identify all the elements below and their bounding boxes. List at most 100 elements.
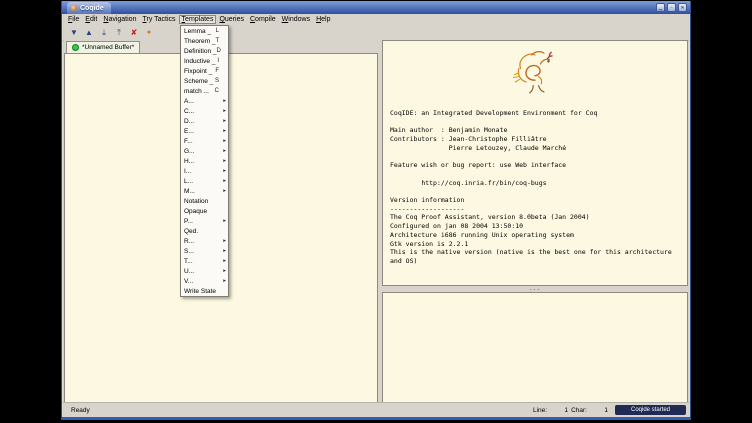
- menu-item-label: Theorem _: [184, 38, 215, 45]
- main-area: *Unnamed Buffer*: [64, 40, 688, 403]
- menubar-item-file[interactable]: File: [65, 15, 82, 24]
- menu-item-label: Opaque: [184, 208, 219, 215]
- menu-item-t[interactable]: T...▸: [181, 256, 228, 266]
- menu-item-label: V...: [184, 278, 219, 285]
- menu-item-scheme[interactable]: Scheme _S: [181, 76, 228, 86]
- menu-item-label: Fixpoint _: [184, 68, 215, 75]
- window-title: Coqide: [80, 5, 104, 12]
- logo-wrap: [383, 41, 687, 103]
- menu-item-u[interactable]: U...▸: [181, 266, 228, 276]
- toolbar: ▼ ▲ ⤓ ⤒ ✘ ●: [63, 25, 689, 41]
- minimize-button[interactable]: ▁: [656, 3, 665, 12]
- about-text: CoqIDE: an Integrated Development Enviro…: [383, 103, 687, 266]
- menu-item-label: D...: [184, 118, 219, 125]
- templates-dropdown-menu: Lemma _L Theorem _T Definition _D Induct…: [180, 25, 229, 297]
- coqide-window: Coqide ▁ ▫ ✕ File Edit Navigation Try Ta…: [61, 1, 691, 420]
- goal-pane[interactable]: CoqIDE: an Integrated Development Enviro…: [382, 40, 688, 286]
- menu-item-theorem[interactable]: Theorem _T: [181, 36, 228, 46]
- splitter-handle-icon: ···: [530, 287, 541, 292]
- menu-item-label: Inductive _: [184, 58, 217, 65]
- menu-item-definition[interactable]: Definition _D: [181, 46, 228, 56]
- submenu-arrow-icon: ▸: [221, 238, 226, 244]
- menubar-item-edit[interactable]: Edit: [82, 15, 100, 24]
- go-forward-button[interactable]: ▼: [68, 27, 80, 39]
- submenu-arrow-icon: ▸: [221, 168, 226, 174]
- menubar-item-navigation[interactable]: Navigation: [100, 15, 139, 24]
- app-icon: [71, 5, 77, 11]
- menu-item-label: Definition _: [184, 48, 217, 55]
- menu-item-label: U...: [184, 268, 219, 275]
- char-label: Char:: [571, 407, 587, 414]
- menu-item-accel: S: [215, 78, 221, 84]
- submenu-arrow-icon: ▸: [221, 148, 226, 154]
- status-ready-text: Ready: [63, 407, 533, 414]
- submenu-arrow-icon: ▸: [221, 118, 226, 124]
- interrupt-button[interactable]: ✘: [128, 27, 140, 39]
- menu-item-i[interactable]: I...▸: [181, 166, 228, 176]
- menu-item-p[interactable]: P...▸: [181, 216, 228, 226]
- menubar-item-windows[interactable]: Windows: [279, 15, 313, 24]
- break-button[interactable]: ●: [143, 27, 155, 39]
- menu-item-label: Write State: [184, 288, 219, 295]
- menu-item-r[interactable]: R...▸: [181, 236, 228, 246]
- menu-item-s[interactable]: S...▸: [181, 246, 228, 256]
- menu-item-label: T...: [184, 258, 219, 265]
- close-button[interactable]: ✕: [678, 3, 687, 12]
- menu-item-accel: D: [217, 48, 223, 54]
- menu-item-f[interactable]: F...▸: [181, 136, 228, 146]
- window-controls: ▁ ▫ ✕: [656, 3, 687, 12]
- menu-item-v[interactable]: V...▸: [181, 276, 228, 286]
- menu-item-label: F...: [184, 138, 219, 145]
- submenu-arrow-icon: ▸: [221, 98, 226, 104]
- go-to-end-button[interactable]: ⤓: [98, 27, 110, 39]
- menu-item-lemma[interactable]: Lemma _L: [181, 26, 228, 36]
- menu-item-match[interactable]: match ...C: [181, 86, 228, 96]
- submenu-arrow-icon: ▸: [221, 158, 226, 164]
- menubar-item-queries[interactable]: Queries: [216, 15, 247, 24]
- menu-item-label: I...: [184, 168, 219, 175]
- menu-item-qed[interactable]: Qed.: [181, 226, 228, 236]
- go-to-start-button[interactable]: ⤒: [113, 27, 125, 39]
- tab-unnamed-buffer[interactable]: *Unnamed Buffer*: [66, 41, 140, 53]
- submenu-arrow-icon: ▸: [221, 178, 226, 184]
- message-pane[interactable]: [382, 292, 688, 403]
- menubar-item-templates[interactable]: Templates: [179, 15, 217, 24]
- menu-item-fixpoint[interactable]: Fixpoint _F: [181, 66, 228, 76]
- line-label: Line:: [533, 407, 547, 414]
- menu-item-label: Scheme _: [184, 78, 215, 85]
- menu-item-label: H...: [184, 158, 219, 165]
- statusbar: Ready Line: 1 Char: 1 Coqide started: [63, 402, 689, 417]
- right-column: CoqIDE: an Integrated Development Enviro…: [382, 40, 688, 403]
- menu-item-write-state[interactable]: Write State: [181, 286, 228, 296]
- title-tab: Coqide: [67, 2, 111, 14]
- menu-item-g[interactable]: G...▸: [181, 146, 228, 156]
- menu-item-opaque[interactable]: Opaque: [181, 206, 228, 216]
- screen: Coqide ▁ ▫ ✕ File Edit Navigation Try Ta…: [0, 0, 752, 423]
- menu-item-notation[interactable]: Notation: [181, 196, 228, 206]
- menu-item-m[interactable]: M...▸: [181, 186, 228, 196]
- menu-item-e[interactable]: E...▸: [181, 126, 228, 136]
- line-value: 1: [550, 407, 568, 414]
- menubar-item-compile[interactable]: Compile: [247, 15, 279, 24]
- menu-item-accel: C: [215, 88, 221, 94]
- menu-item-inductive[interactable]: Inductive _I: [181, 56, 228, 66]
- menu-item-label: E...: [184, 128, 219, 135]
- menu-item-d[interactable]: D...▸: [181, 116, 228, 126]
- menu-item-a[interactable]: A...▸: [181, 96, 228, 106]
- menubar: File Edit Navigation Try Tactics Templat…: [63, 14, 689, 25]
- menu-item-label: A...: [184, 98, 219, 105]
- maximize-button[interactable]: ▫: [667, 3, 676, 12]
- menubar-item-help[interactable]: Help: [313, 15, 333, 24]
- menu-item-label: Qed.: [184, 228, 219, 235]
- titlebar[interactable]: Coqide ▁ ▫ ✕: [62, 1, 690, 14]
- tab-label: *Unnamed Buffer*: [82, 44, 134, 51]
- menu-item-l[interactable]: L...▸: [181, 176, 228, 186]
- submenu-arrow-icon: ▸: [221, 188, 226, 194]
- menu-item-c[interactable]: C...▸: [181, 106, 228, 116]
- menu-item-accel: I: [217, 58, 221, 64]
- submenu-arrow-icon: ▸: [221, 138, 226, 144]
- go-backward-button[interactable]: ▲: [83, 27, 95, 39]
- menu-item-label: M...: [184, 188, 219, 195]
- menubar-item-try-tactics[interactable]: Try Tactics: [139, 15, 178, 24]
- menu-item-h[interactable]: H...▸: [181, 156, 228, 166]
